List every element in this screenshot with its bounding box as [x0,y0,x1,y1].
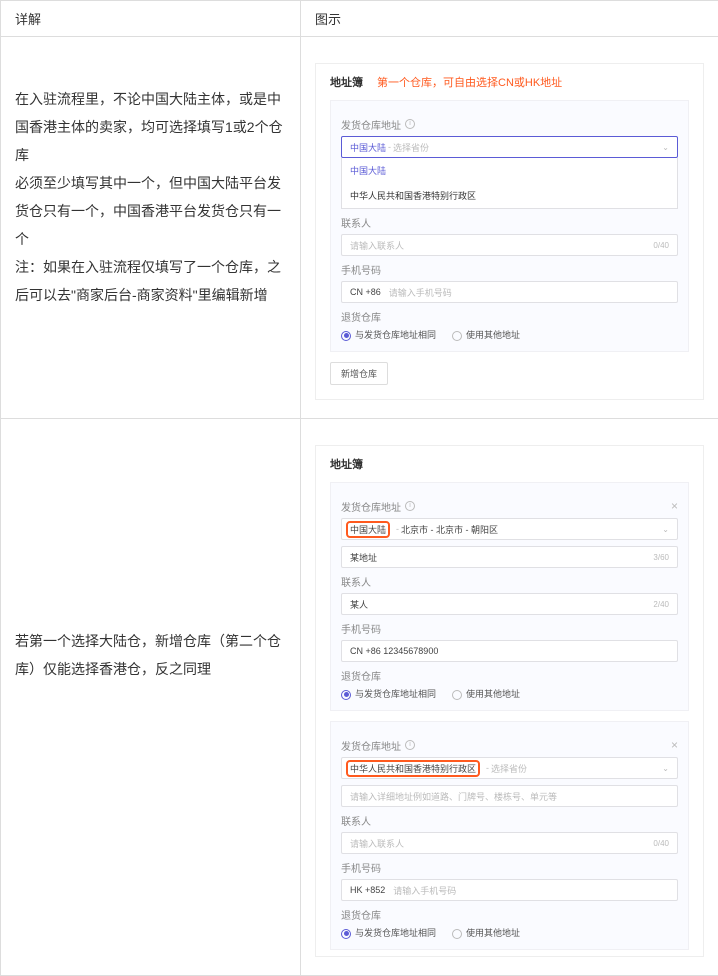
wh1-return-label: 退货仓库 [341,668,678,683]
wh1-region-select[interactable]: 中国大陆 - 北京市 - 北京市 - 朝阳区 ⌄ [341,518,678,540]
p1-return-label: 退货仓库 [341,309,678,324]
panel1: 地址簿 第一个仓库，可自由选择CN或HK地址 发货仓库地址 i 中国大陆 - 选… [315,63,704,400]
wh1-region-highlight: 中国大陆 [346,521,390,538]
p1-region-value: 中国大陆 [350,141,386,154]
wh2-contact-label: 联系人 [341,813,678,828]
wh2-card: 发货仓库地址 i × 中华人民共和国香港特别行政区 - 选择省份 ⌄ 请输入详细… [330,721,689,950]
p1-region-select[interactable]: 中国大陆 - 选择省份 ⌄ [341,136,678,158]
p1-phone-prefix: CN +86 [350,287,381,297]
wh2-region-highlight: 中华人民共和国香港特别行政区 [346,760,480,777]
wh1-section-label: 发货仓库地址 [341,499,401,514]
panel1-title: 地址簿 [330,74,363,90]
col-header-image: 图示 [301,1,718,37]
wh2-phone-prefix: HK +852 [350,885,385,895]
wh2-region-ph: 选择省份 [491,762,527,775]
chevron-down-icon: ⌄ [662,764,669,773]
wh2-return-label: 退货仓库 [341,907,678,922]
wh2-close-icon[interactable]: × [671,738,678,752]
wh1-contact-label: 联系人 [341,574,678,589]
wh1-contact-value: 某人 [350,598,368,611]
wh1-contact-input[interactable]: 某人 2/40 [341,593,678,615]
wh2-addr-ph: 请输入详细地址例如道路、门牌号、楼栋号、单元等 [350,790,557,803]
panel2: 地址簿 发货仓库地址 i × 中国大陆 - 北京市 - 北京市 - 朝阳区 ⌄ [315,445,704,957]
wh1-addr-input[interactable]: 某地址 3/60 [341,546,678,568]
wh1-phone-value: CN +86 12345678900 [350,646,438,656]
wh1-close-icon[interactable]: × [671,499,678,513]
radio-on-icon [341,690,351,700]
p1-contact-input[interactable]: 请输入联系人 0/40 [341,234,678,256]
wh2-radio-other[interactable]: 使用其他地址 [452,926,520,939]
panel2-title: 地址簿 [330,456,689,472]
wh1-phone-label: 手机号码 [341,621,678,636]
row1-description: 在入驻流程里，不论中国大陆主体，或是中国香港主体的卖家，均可选择填写1或2个仓库… [15,45,286,309]
p1-contact-label: 联系人 [341,215,678,230]
p1-contact-ph: 请输入联系人 [350,239,404,252]
wh2-contact-count: 0/40 [653,839,669,848]
wh1-card: 发货仓库地址 i × 中国大陆 - 北京市 - 北京市 - 朝阳区 ⌄ 某地址 [330,482,689,711]
p1-opt-hk[interactable]: 中华人民共和国香港特别行政区 [342,183,677,208]
chevron-down-icon: ⌄ [662,525,669,534]
p1-phone-input[interactable]: CN +86 请输入手机号码 [341,281,678,303]
radio-off-icon [452,929,462,939]
p1-phone-label: 手机号码 [341,262,678,277]
wh2-region-select[interactable]: 中华人民共和国香港特别行政区 - 选择省份 ⌄ [341,757,678,779]
wh1-phone-input[interactable]: CN +86 12345678900 [341,640,678,662]
wh1-region-rest: 北京市 - 北京市 - 朝阳区 [401,523,498,536]
wh2-radio-same[interactable]: 与发货仓库地址相同 [341,926,436,939]
panel1-form: 发货仓库地址 i 中国大陆 - 选择省份 ⌄ 中国大陆 中华人民共和国香港特别行… [330,100,689,352]
radio-on-icon [341,929,351,939]
radio-off-icon [452,690,462,700]
chevron-down-icon: ⌄ [662,143,669,152]
wh2-phone-ph: 请输入手机号码 [393,884,456,897]
wh2-section-label: 发货仓库地址 [341,738,401,753]
radio-on-icon [341,331,351,341]
info-icon: i [405,501,415,511]
p1-radio-other[interactable]: 使用其他地址 [452,328,520,341]
row1-desc-line1: 在入驻流程里，不论中国大陆主体，或是中国香港主体的卖家，均可选择填写1或2个仓库 [15,85,286,169]
wh1-addr-value: 某地址 [350,551,377,564]
info-icon: i [405,740,415,750]
p1-add-warehouse-button[interactable]: 新增仓库 [330,362,388,385]
info-icon: i [405,119,415,129]
p1-region-dropdown: 中国大陆 中华人民共和国香港特别行政区 [341,158,678,209]
wh1-addr-count: 3/60 [653,553,669,562]
p1-opt-cn[interactable]: 中国大陆 [342,158,677,183]
row1-desc-line2: 必须至少填写其中一个，但中国大陆平台发货仓只有一个，中国香港平台发货仓只有一个 [15,169,286,253]
p1-radio-same[interactable]: 与发货仓库地址相同 [341,328,436,341]
wh1-radio-other[interactable]: 使用其他地址 [452,687,520,700]
radio-off-icon [452,331,462,341]
p1-section-label: 发货仓库地址 [341,117,401,132]
wh2-phone-label: 手机号码 [341,860,678,875]
row1-desc-line3: 注：如果在入驻流程仅填写了一个仓库，之后可以去"商家后台-商家资料"里编辑新增 [15,253,286,309]
wh2-contact-input[interactable]: 请输入联系人 0/40 [341,832,678,854]
wh2-addr-input[interactable]: 请输入详细地址例如道路、门牌号、楼栋号、单元等 [341,785,678,807]
p1-phone-ph: 请输入手机号码 [389,286,452,299]
panel1-hint: 第一个仓库，可自由选择CN或HK地址 [377,74,562,90]
p1-region-ph: 选择省份 [393,141,429,154]
col-header-detail: 详解 [1,1,301,37]
wh2-contact-ph: 请输入联系人 [350,837,404,850]
wh1-contact-count: 2/40 [653,600,669,609]
row2-description: 若第一个选择大陆仓，新增仓库（第二个仓库）仅能选择香港仓，反之同理 [15,427,286,683]
wh1-radio-same[interactable]: 与发货仓库地址相同 [341,687,436,700]
p1-contact-count: 0/40 [653,241,669,250]
